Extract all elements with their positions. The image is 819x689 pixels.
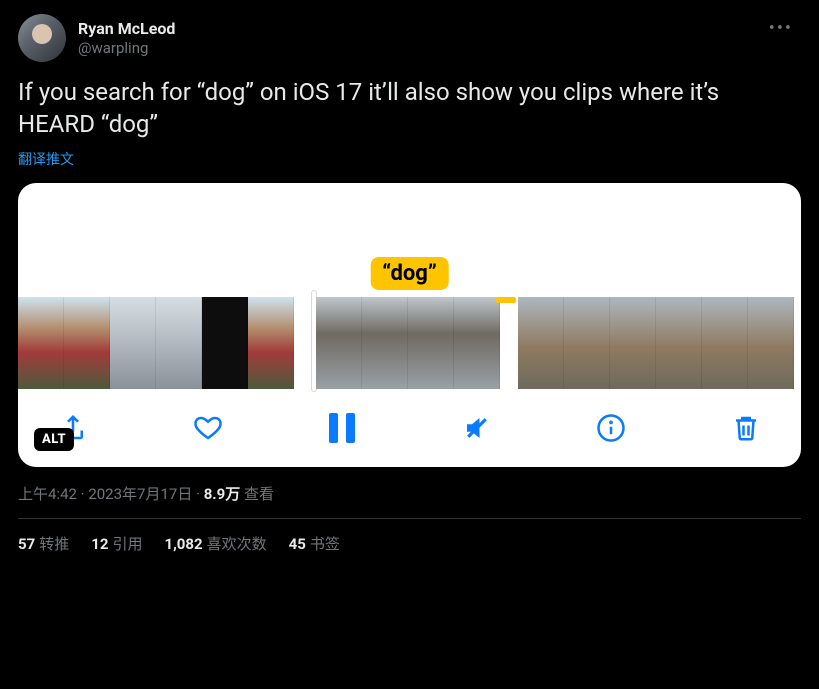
stat-bookmarks[interactable]: 45书签 [289, 533, 340, 554]
author-handle[interactable]: @warpling [78, 39, 175, 57]
info-icon[interactable] [594, 411, 628, 445]
translate-link[interactable]: 翻译推文 [18, 149, 74, 169]
tweet-text: If you search for “dog” on iOS 17 it’ll … [18, 76, 801, 141]
author-display-name[interactable]: Ryan McLeod [78, 19, 175, 38]
view-label: 查看 [240, 485, 274, 503]
divider [18, 518, 801, 519]
view-count: 8.9万 [204, 485, 241, 503]
tweet-container: ••• Ryan McLeod @warpling If you search … [18, 14, 801, 554]
tweet-stats: 57转推 12引用 1,082喜欢次数 45书签 [18, 533, 801, 554]
more-options-icon[interactable]: ••• [769, 18, 793, 39]
media-card[interactable]: “dog” [18, 183, 801, 467]
mute-icon[interactable] [460, 411, 494, 445]
video-filmstrip[interactable] [18, 297, 801, 389]
trash-icon[interactable] [729, 411, 763, 445]
stat-quotes[interactable]: 12引用 [91, 533, 142, 554]
media-toolbar [18, 389, 801, 453]
stat-retweets[interactable]: 57转推 [18, 533, 69, 554]
alt-badge[interactable]: ALT [34, 428, 74, 451]
clip-3[interactable] [518, 297, 794, 385]
tweet-date[interactable]: 2023年7月17日 [88, 485, 192, 503]
tweet-header: Ryan McLeod @warpling [18, 14, 801, 62]
tooltip-marker [496, 297, 516, 303]
avatar[interactable] [18, 14, 66, 62]
stat-likes[interactable]: 1,082喜欢次数 [164, 533, 266, 554]
clip-1[interactable] [18, 297, 294, 385]
tweet-meta: 上午4:42 · 2023年7月17日 · 8.9万 查看 [18, 483, 801, 504]
heart-icon[interactable] [191, 411, 225, 445]
search-term-tooltip: “dog” [370, 257, 449, 290]
tweet-time[interactable]: 上午4:42 [18, 485, 77, 503]
author-names: Ryan McLeod @warpling [78, 19, 175, 56]
clip-2[interactable] [312, 297, 500, 385]
pause-icon[interactable] [325, 411, 359, 445]
